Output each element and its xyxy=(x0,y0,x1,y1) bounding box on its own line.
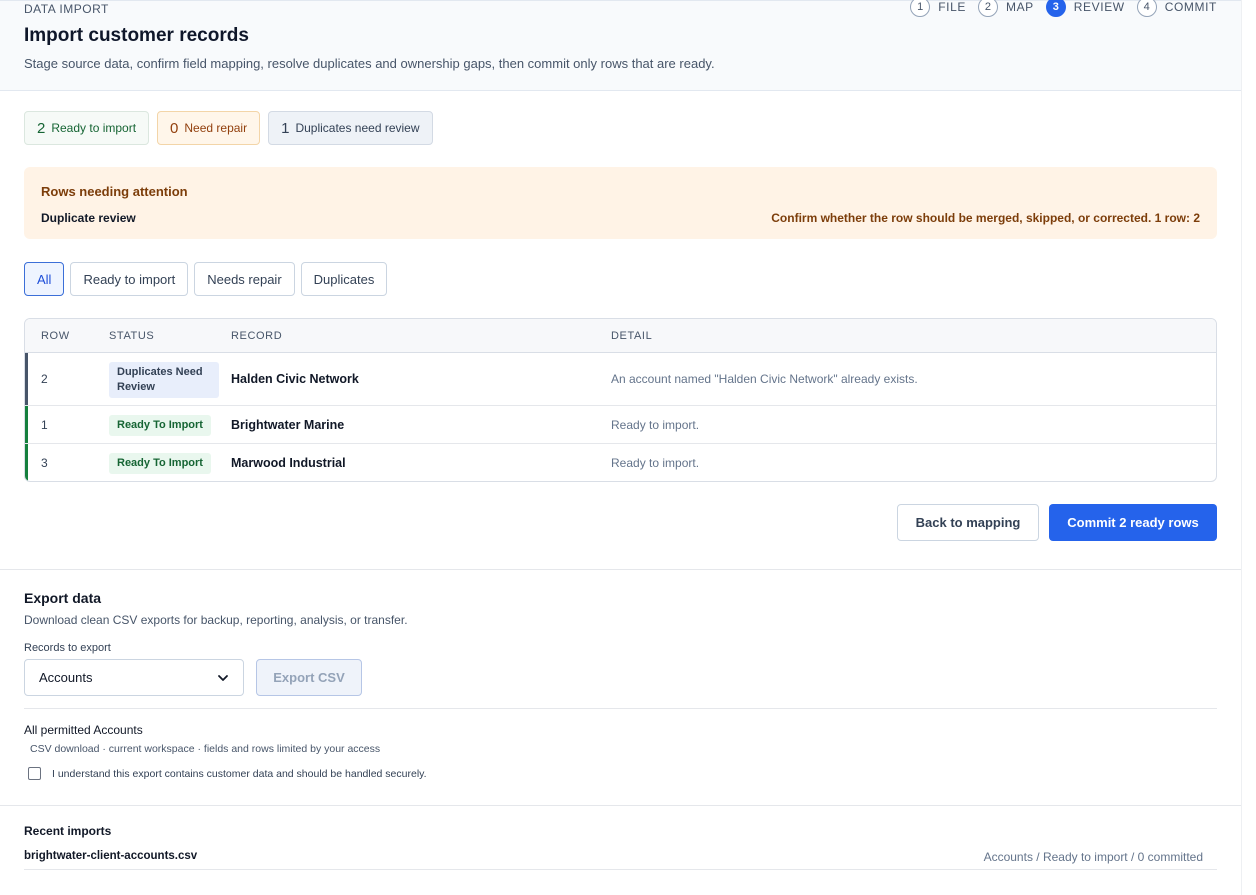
recent-import-file[interactable]: brightwater-client-accounts.csv xyxy=(24,850,197,862)
stat-label: Need repair xyxy=(184,121,248,135)
stat-label: Ready to import xyxy=(51,121,137,135)
stat-label: Duplicates need review xyxy=(295,121,420,135)
stat-count: 1 xyxy=(281,119,290,137)
export-title: Export data xyxy=(24,590,102,606)
import-stepper: 1 FILE 2 MAP 3 REVIEW 4 COMMIT xyxy=(898,0,1217,17)
back-to-mapping-button[interactable]: Back to mapping xyxy=(897,504,1039,541)
record-name: Marwood Industrial xyxy=(231,456,346,470)
row-number: 2 xyxy=(41,372,48,386)
attention-banner: Rows needing attention Duplicate review … xyxy=(24,167,1217,239)
stat-count: 0 xyxy=(170,119,179,137)
step-number: 2 xyxy=(977,0,998,17)
chevron-down-icon xyxy=(218,674,228,681)
step-number: 3 xyxy=(1045,0,1066,17)
step-label: FILE xyxy=(938,0,966,14)
step-map[interactable]: 2 MAP xyxy=(977,0,1034,17)
export-scope-meta: CSV download · current workspace · field… xyxy=(30,743,381,755)
filter-all[interactable]: All xyxy=(24,262,65,296)
row-detail: Ready to import. xyxy=(611,456,700,470)
export-description: Download clean CSV exports for backup, r… xyxy=(24,613,408,627)
step-number: 1 xyxy=(910,0,931,17)
table-row[interactable]: 3 Ready To Import Marwood Industrial Rea… xyxy=(25,444,1216,481)
step-commit[interactable]: 4 COMMIT xyxy=(1136,0,1217,17)
records-to-export-select[interactable]: Accounts xyxy=(24,659,244,696)
export-divider xyxy=(24,708,1217,709)
step-number: 4 xyxy=(1136,0,1157,17)
row-filters: All Ready to import Needs repair Duplica… xyxy=(24,262,393,296)
stat-count: 2 xyxy=(37,119,46,137)
step-label: REVIEW xyxy=(1073,0,1125,14)
row-number: 3 xyxy=(41,456,48,470)
records-to-export-label: Records to export xyxy=(24,642,111,654)
review-table: ROW STATUS RECORD DETAIL 2 Duplicates Ne… xyxy=(24,318,1217,482)
secure-handling-label[interactable]: I understand this export contains custom… xyxy=(52,768,427,780)
filter-repair[interactable]: Needs repair xyxy=(194,262,295,296)
stat-ready: 2 Ready to import xyxy=(24,111,150,145)
secure-handling-checkbox[interactable] xyxy=(28,767,41,780)
column-header-row: ROW xyxy=(41,330,70,342)
column-header-status: STATUS xyxy=(109,330,155,342)
stat-repair: 0 Need repair xyxy=(157,111,261,145)
scroll-edge xyxy=(1241,0,1242,895)
recent-divider xyxy=(24,869,1217,870)
export-scope-title: All permitted Accounts xyxy=(24,723,143,737)
recent-import-status: Accounts / Ready to import / 0 committed xyxy=(983,850,1203,864)
page-eyebrow: DATA IMPORT xyxy=(24,2,109,16)
column-header-record: RECORD xyxy=(231,330,283,342)
page-title: Import customer records xyxy=(24,25,249,46)
export-csv-button[interactable]: Export CSV xyxy=(256,659,362,696)
step-file[interactable]: 1 FILE xyxy=(910,0,966,17)
page-subtitle: Stage source data, confirm field mapping… xyxy=(24,56,715,71)
import-page: DATA IMPORT Import customer records Stag… xyxy=(0,0,1242,895)
banner-title: Rows needing attention xyxy=(41,184,188,199)
step-label: COMMIT xyxy=(1164,0,1217,14)
banner-message: Confirm whether the row should be merged… xyxy=(771,211,1200,225)
recent-imports-title: Recent imports xyxy=(24,824,112,838)
status-badge: Duplicates Need Review xyxy=(109,362,219,398)
record-name: Brightwater Marine xyxy=(231,418,345,432)
row-detail: An account named "Halden Civic Network" … xyxy=(611,372,918,386)
table-header: ROW STATUS RECORD DETAIL xyxy=(25,319,1216,353)
summary-stats: 2 Ready to import 0 Need repair 1 Duplic… xyxy=(24,111,441,145)
row-number: 1 xyxy=(41,418,48,432)
row-accent xyxy=(25,353,28,405)
row-accent xyxy=(25,444,28,481)
step-review[interactable]: 3 REVIEW xyxy=(1045,0,1125,17)
table-row[interactable]: 2 Duplicates Need Review Halden Civic Ne… xyxy=(25,353,1216,406)
row-detail: Ready to import. xyxy=(611,418,700,432)
status-badge: Ready To Import xyxy=(109,415,211,436)
table-row[interactable]: 1 Ready To Import Brightwater Marine Rea… xyxy=(25,406,1216,444)
page-header: DATA IMPORT Import customer records Stag… xyxy=(0,0,1242,91)
section-divider xyxy=(0,569,1242,570)
commit-rows-button[interactable]: Commit 2 ready rows xyxy=(1049,504,1217,541)
banner-issue-label: Duplicate review xyxy=(41,211,136,225)
section-divider xyxy=(0,805,1242,806)
filter-duplicates[interactable]: Duplicates xyxy=(300,262,388,296)
row-accent xyxy=(25,406,28,443)
select-value: Accounts xyxy=(39,670,93,685)
stat-duplicates: 1 Duplicates need review xyxy=(268,111,433,145)
step-label: MAP xyxy=(1005,0,1034,14)
column-header-detail: DETAIL xyxy=(611,330,653,342)
filter-ready[interactable]: Ready to import xyxy=(70,262,189,296)
record-name: Halden Civic Network xyxy=(231,372,359,386)
status-badge: Ready To Import xyxy=(109,453,211,474)
